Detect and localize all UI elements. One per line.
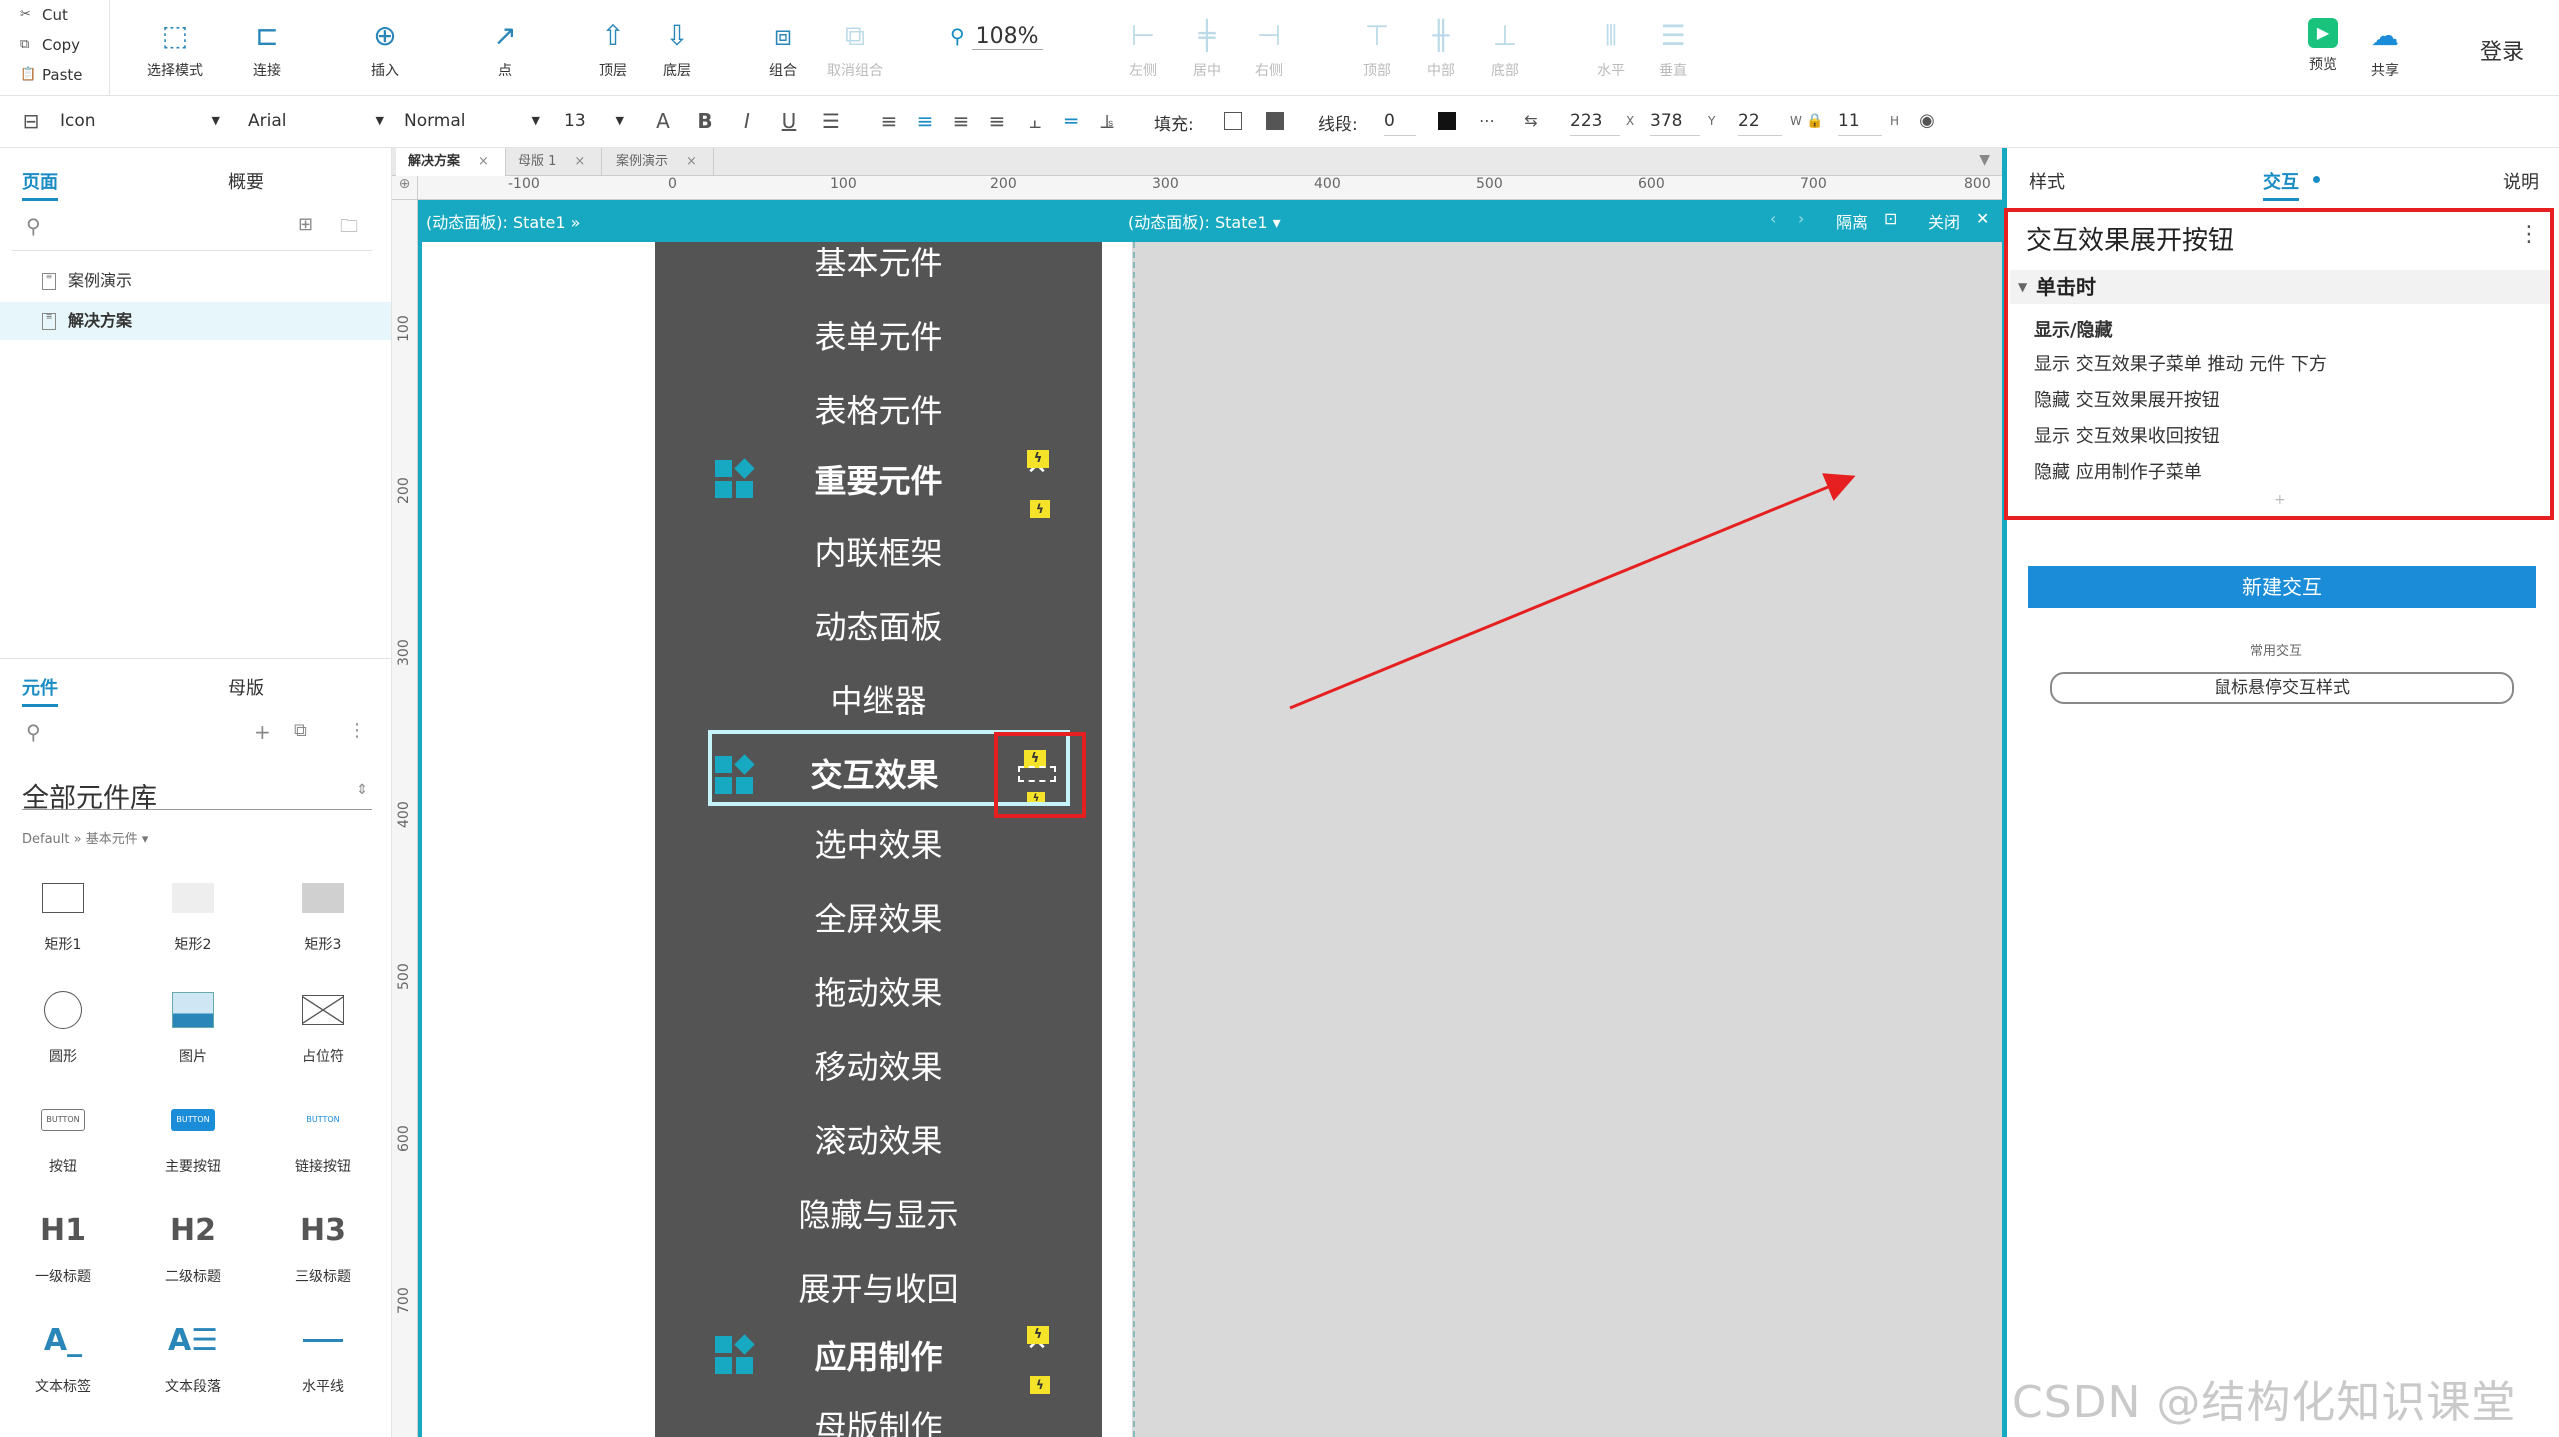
event-label: 单击时: [2036, 275, 2096, 299]
hover-style-button[interactable]: 鼠标悬停交互样式: [2050, 672, 2514, 704]
watermark: CSDN @结构化知识课堂: [2012, 1377, 2517, 1428]
action-item[interactable]: 隐藏 应用制作子菜单: [2034, 458, 2202, 484]
widget-name[interactable]: 交互效果展开按钮: [2026, 220, 2234, 257]
action-item[interactable]: 显示 交互效果收回按钮: [2034, 422, 2220, 448]
event-row[interactable]: ▼ 单击时: [2010, 270, 2550, 304]
common-interactions-label: 常用交互: [2250, 644, 2303, 659]
action-item[interactable]: 显示 交互效果子菜单 推动 元件 下方: [2034, 350, 2327, 376]
action-item[interactable]: 隐藏 交互效果展开按钮: [2034, 386, 2220, 412]
active-dot-icon: [2313, 176, 2320, 183]
action-heading[interactable]: 显示/隐藏: [2034, 316, 2113, 342]
caret-down-icon: ▼: [2018, 280, 2028, 294]
add-action-icon[interactable]: +: [2274, 492, 2286, 508]
more-icon[interactable]: ⋮: [2518, 222, 2540, 247]
tab-notes[interactable]: 说明: [2503, 168, 2539, 194]
new-interaction-button[interactable]: 新建交互: [2028, 566, 2536, 608]
tab-style[interactable]: 样式: [2029, 168, 2065, 194]
tab-interactions[interactable]: 交互: [2263, 168, 2299, 201]
